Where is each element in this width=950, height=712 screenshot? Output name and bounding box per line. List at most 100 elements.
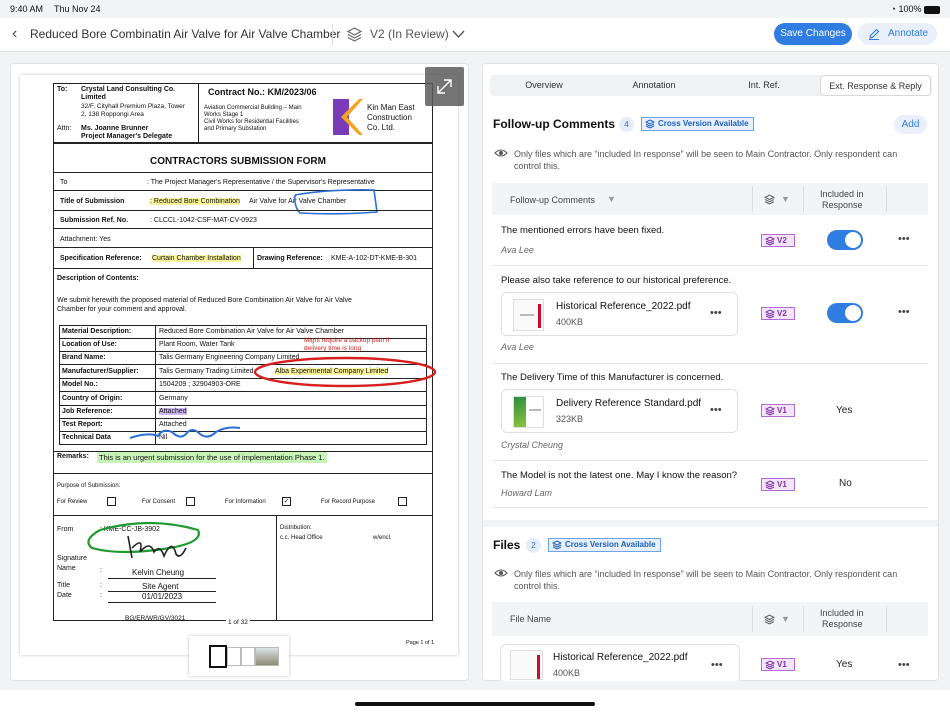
tab-int-ref[interactable]: Int. Ref. xyxy=(710,75,818,96)
more-menu-icon[interactable]: ••• xyxy=(898,659,910,671)
version-filter-icon[interactable]: ▼ xyxy=(781,194,790,204)
files-cross-version-badge[interactable]: Cross Version Available xyxy=(548,538,661,552)
included-value: Yes xyxy=(836,405,853,416)
file-more-icon[interactable]: ••• xyxy=(710,307,722,319)
to-label: To: xyxy=(57,86,68,93)
file-name: Historical Reference_2022.pdf xyxy=(556,301,691,312)
more-menu-icon[interactable]: ••• xyxy=(898,233,910,245)
consent-checkbox[interactable] xyxy=(186,497,195,506)
version-badge: V2 xyxy=(761,234,795,247)
filter-icon[interactable]: ▼ xyxy=(607,194,616,204)
from-label: From xyxy=(57,526,74,533)
page-indicator: 1 of 32 xyxy=(226,619,250,626)
comment-author: Crystal Cheung xyxy=(501,440,564,450)
header-col-divider xyxy=(752,186,753,212)
mat-k-6: Job Reference: xyxy=(62,408,113,415)
mat-v-1: Plant Room, Water Tank xyxy=(159,341,235,348)
to-address-2: 2, 138 Roppongi Area xyxy=(81,111,144,118)
pen-icon xyxy=(869,28,880,40)
drawing-label: Drawing Reference: xyxy=(257,255,323,262)
comment-author: Ava Lee xyxy=(501,245,534,255)
home-indicator[interactable] xyxy=(355,702,595,706)
status-time: 9:40 AM xyxy=(10,4,44,14)
date-value: 01/01/2023 xyxy=(142,592,183,601)
tab-ext-response[interactable]: Ext. Response & Reply xyxy=(820,75,931,96)
version-label: V2 xyxy=(777,309,787,318)
remarks-label: Remarks: xyxy=(57,453,89,460)
thumbnail-3[interactable] xyxy=(241,647,255,666)
purpose-label: Purpose of Submission: xyxy=(57,483,121,489)
date-label: Date xyxy=(57,592,72,599)
mat-v-5: Germany xyxy=(159,395,188,402)
to-address-1: 32/F, Cityhall Premium Plaza, Tower xyxy=(81,103,185,110)
attachment-label: Attachment: Yes xyxy=(60,236,111,243)
layers-icon xyxy=(765,406,775,416)
title-value: Site Agent xyxy=(142,582,179,591)
file-more-icon[interactable]: ••• xyxy=(711,659,723,671)
layers-icon xyxy=(764,194,775,205)
version-label: V1 xyxy=(777,660,787,669)
wifi-icon: ◔ xyxy=(890,4,896,14)
mat-v-0: Reduced Bore Combination Air Valve for A… xyxy=(159,328,344,335)
comment-text: The Delivery Time of this Manufacturer i… xyxy=(501,372,724,383)
annotate-button[interactable]: Annotate xyxy=(858,23,937,45)
page-thumbnail-strip[interactable] xyxy=(189,636,289,676)
thumbnail-1[interactable] xyxy=(209,645,227,668)
file-card[interactable]: Historical Reference_2022.pdf 400KB ••• xyxy=(501,292,738,336)
comment-author: Ava Lee xyxy=(501,342,534,352)
save-changes-button[interactable]: Save Changes xyxy=(774,23,852,45)
name-value: Kelvin Cheung xyxy=(132,568,185,577)
spec-label: Specification Reference: xyxy=(60,255,142,262)
thumbnail-4[interactable] xyxy=(255,647,279,666)
tab-overview[interactable]: Overview xyxy=(490,75,598,96)
version-selector[interactable]: V2 (In Review) xyxy=(346,24,468,46)
mat-v-4: 1504209 ; 32904903-ORE xyxy=(159,381,241,388)
thumbnail-2[interactable] xyxy=(227,647,241,666)
red-circle-annotation[interactable] xyxy=(250,353,440,391)
included-toggle[interactable] xyxy=(827,303,863,323)
with-enclosure: w/encl. xyxy=(373,535,392,541)
tos-label: Title of Submission xyxy=(60,198,125,205)
blue-box-annotation[interactable] xyxy=(290,185,380,217)
review-checkbox[interactable] xyxy=(107,497,116,506)
document-page[interactable]: To: Crystal Land Consulting Co. Limited … xyxy=(20,75,458,655)
tab-annotation[interactable]: Annotation xyxy=(600,75,708,96)
version-label: V1 xyxy=(777,480,787,489)
description-label: Description of Contents: xyxy=(57,275,139,282)
comment-author: Howard Lam xyxy=(501,488,553,498)
battery-icon xyxy=(924,5,940,14)
more-menu-icon[interactable]: ••• xyxy=(898,306,910,318)
files-version-filter-icon[interactable]: ▼ xyxy=(781,614,790,624)
header-divider xyxy=(332,24,333,46)
document-title: Reduced Bore Combinatin Air Valve for Ai… xyxy=(30,27,341,41)
handwritten-signature xyxy=(127,535,187,559)
layers-icon xyxy=(764,614,775,625)
followup-title: Follow-up Comments xyxy=(493,117,615,131)
add-button[interactable]: Add xyxy=(894,115,927,134)
pdf-thumbnail xyxy=(513,299,544,331)
expand-button[interactable] xyxy=(425,67,464,106)
back-chevron-icon[interactable]: ‹ xyxy=(12,25,17,43)
followup-cross-version-badge[interactable]: Cross Version Available xyxy=(641,117,754,131)
purpose-information: For Information xyxy=(225,499,266,505)
spec-value: Curtain Chamber Installation xyxy=(152,255,241,262)
header-col-divider-2 xyxy=(803,186,804,212)
file-card[interactable]: Historical Reference_2022.pdf 400KB ••• xyxy=(500,644,740,681)
files-title: Files xyxy=(493,538,521,552)
version-label: V2 (In Review) xyxy=(370,27,449,41)
title-colon: : xyxy=(100,582,102,589)
file-card[interactable]: Delivery Reference Standard.pdf 323KB ••… xyxy=(501,389,738,433)
contract-desc-4: and Primary Substation xyxy=(204,126,267,132)
files-header-divider xyxy=(752,606,753,632)
file-name: Delivery Reference Standard.pdf xyxy=(556,398,702,409)
layers-icon xyxy=(765,660,775,670)
mat-k-5: Country of Origin: xyxy=(62,395,123,402)
information-checkbox[interactable]: ✓ xyxy=(282,497,291,506)
file-more-icon[interactable]: ••• xyxy=(710,404,722,416)
record-checkbox[interactable] xyxy=(398,497,407,506)
blue-scribble-annotation[interactable] xyxy=(128,422,244,444)
col-comments-header: Follow-up Comments xyxy=(510,195,596,205)
title-label: Title xyxy=(57,582,70,589)
col-included-1: Included in xyxy=(820,189,864,199)
included-toggle[interactable] xyxy=(827,230,863,250)
